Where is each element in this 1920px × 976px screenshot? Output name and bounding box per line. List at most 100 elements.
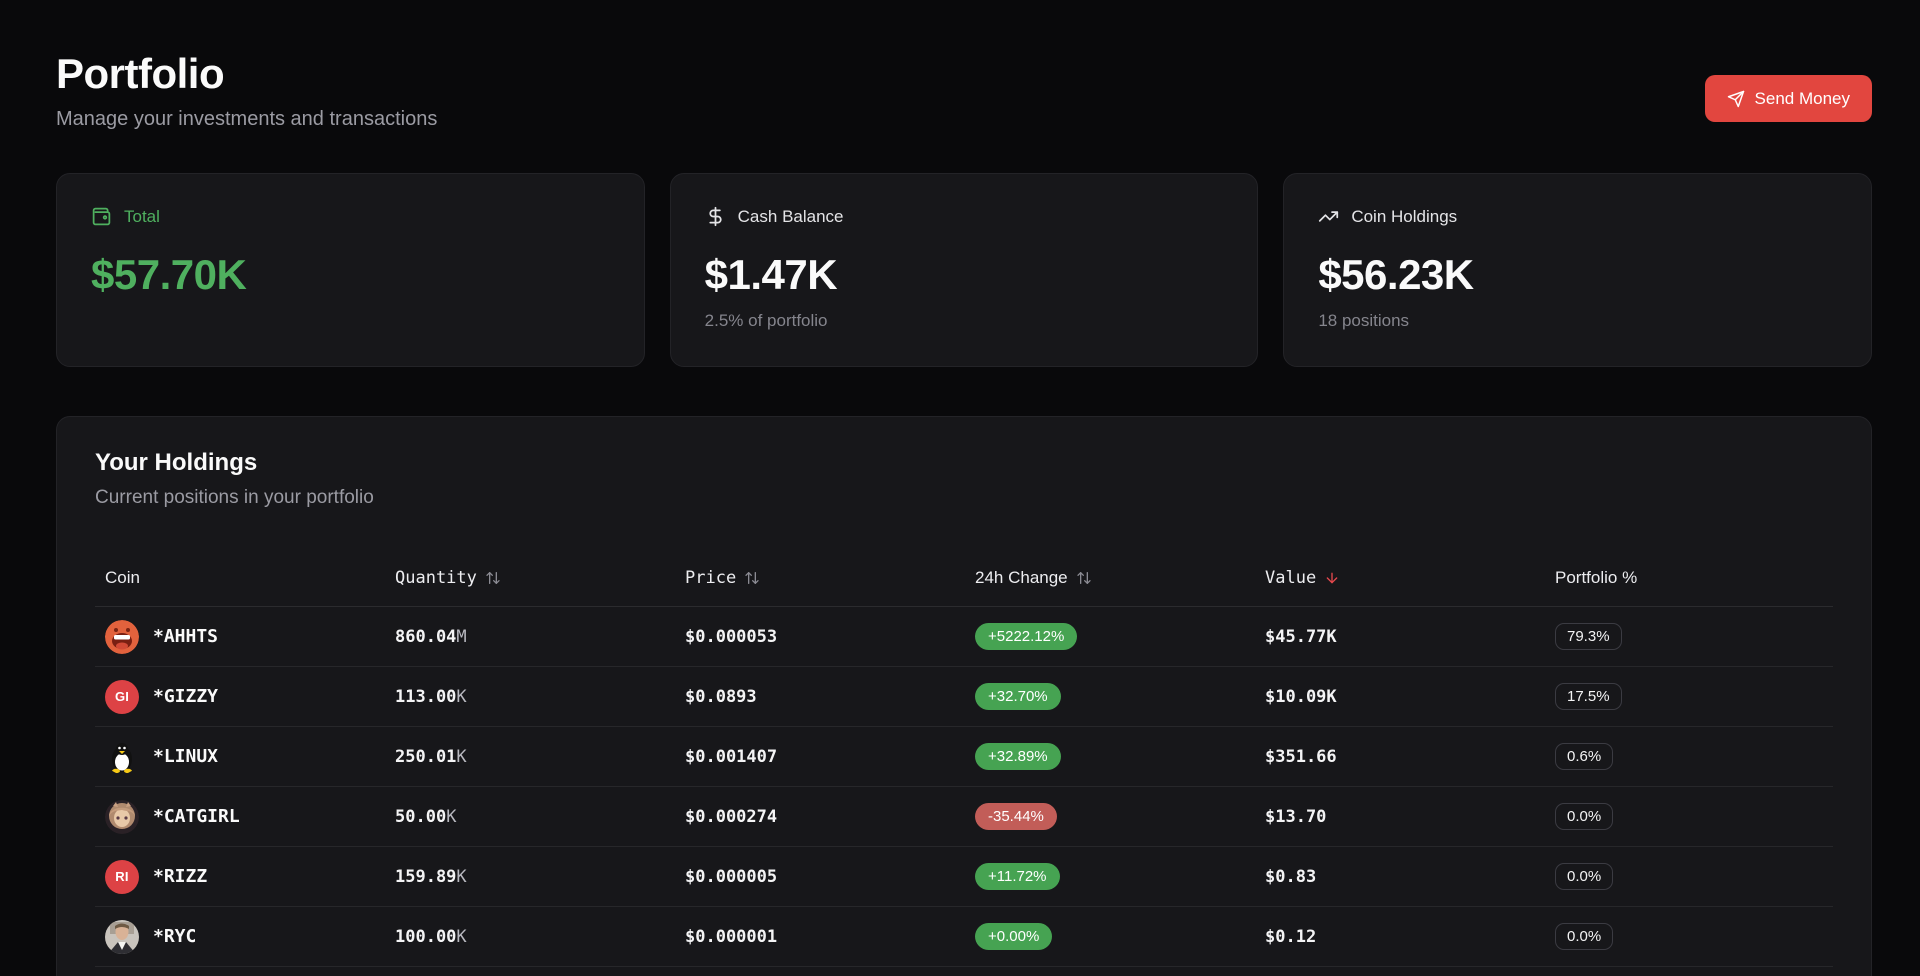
dollar-icon (705, 206, 726, 227)
portfolio-pct-badge: 0.6% (1555, 743, 1613, 770)
anime-girl-avatar (105, 800, 139, 834)
change-badge: +32.70% (975, 683, 1061, 710)
stat-value: $56.23K (1318, 251, 1837, 299)
column-header-label: Coin (105, 568, 140, 588)
change-cell: +11.72% (965, 863, 1255, 890)
stats-row: Total $57.70K Cash Balance $1.47K 2.5% o… (56, 173, 1872, 367)
change-badge: +11.72% (975, 863, 1060, 890)
quantity-cell: 50.00K (385, 807, 675, 827)
arrow-up-down-icon (485, 570, 501, 586)
column-header-label: Price (685, 568, 736, 588)
price-cell: $0.000001 (675, 927, 965, 947)
send-icon (1727, 90, 1745, 108)
coin-name: *CATGIRL (153, 806, 240, 827)
price-cell: $0.000005 (675, 867, 965, 887)
column-header[interactable]: Quantity (385, 568, 675, 606)
portfolio-pct-badge: 0.0% (1555, 923, 1613, 950)
change-cell: +32.89% (965, 743, 1255, 770)
stat-sublabel: 18 positions (1318, 311, 1837, 331)
change-badge: +5222.12% (975, 623, 1077, 650)
price-cell: $0.000053 (675, 627, 965, 647)
holdings-table-row[interactable]: *AHHTS 860.04M $0.000053 +5222.12% $45.7… (95, 607, 1833, 667)
portfolio-page: Portfolio Manage your investments and tr… (0, 0, 1920, 976)
coin-name: *RIZZ (153, 866, 207, 887)
value-cell: $351.66 (1255, 747, 1545, 767)
stat-sublabel: 2.5% of portfolio (705, 311, 1224, 331)
trending-up-icon (1318, 206, 1339, 227)
page-header: Portfolio Manage your investments and tr… (56, 50, 1872, 131)
column-header-label: Portfolio % (1555, 568, 1637, 588)
portfolio-pct-cell: 0.0% (1545, 923, 1833, 950)
coin-cell: *AHHTS (95, 620, 385, 654)
coin-name: *AHHTS (153, 626, 218, 647)
change-badge: +0.00% (975, 923, 1052, 950)
quantity-cell: 113.00K (385, 687, 675, 707)
stat-card-header: Total (91, 206, 610, 227)
column-header: Portfolio % (1545, 568, 1833, 606)
column-header[interactable]: Price (675, 568, 965, 606)
coin-name: *LINUX (153, 746, 218, 767)
value-cell: $0.83 (1255, 867, 1545, 887)
coin-cell: *RYC (95, 920, 385, 954)
change-cell: -35.44% (965, 803, 1255, 830)
stat-card: Total $57.70K (56, 173, 645, 367)
portfolio-pct-cell: 0.0% (1545, 863, 1833, 890)
holdings-table-row[interactable]: RI *RIZZ 159.89K $0.000005 +11.72% $0.83… (95, 847, 1833, 907)
change-badge: -35.44% (975, 803, 1057, 830)
quantity-cell: 159.89K (385, 867, 675, 887)
portfolio-pct-badge: 79.3% (1555, 623, 1622, 650)
change-cell: +5222.12% (965, 623, 1255, 650)
change-cell: +32.70% (965, 683, 1255, 710)
column-header[interactable]: 24h Change (965, 568, 1255, 606)
coin-cell: RI *RIZZ (95, 860, 385, 894)
column-header-label: Quantity (395, 568, 477, 588)
holdings-table-row[interactable]: *LINUX 250.01K $0.001407 +32.89% $351.66… (95, 727, 1833, 787)
holdings-table-row[interactable]: *CATGIRL 50.00K $0.000274 -35.44% $13.70… (95, 787, 1833, 847)
ahhts-face-avatar (105, 620, 139, 654)
stat-value: $57.70K (91, 251, 610, 299)
quantity-cell: 250.01K (385, 747, 675, 767)
holdings-table-row[interactable]: GI *GIZZY 113.00K $0.0893 +32.70% $10.09… (95, 667, 1833, 727)
portfolio-pct-cell: 79.3% (1545, 623, 1833, 650)
page-subtitle: Manage your investments and transactions (56, 108, 437, 131)
change-badge: +32.89% (975, 743, 1061, 770)
portfolio-pct-badge: 0.0% (1555, 863, 1613, 890)
tux-penguin-avatar (105, 740, 139, 774)
stat-card: Coin Holdings $56.23K 18 positions (1283, 173, 1872, 367)
holdings-table-row[interactable]: *RYC 100.00K $0.000001 +0.00% $0.12 0.0% (95, 907, 1833, 967)
portfolio-pct-cell: 17.5% (1545, 683, 1833, 710)
stat-card-header: Coin Holdings (1318, 206, 1837, 227)
coin-avatar-initials: GI (105, 680, 139, 714)
stat-card-header: Cash Balance (705, 206, 1224, 227)
holdings-table-body: *AHHTS 860.04M $0.000053 +5222.12% $45.7… (95, 607, 1833, 967)
holdings-card: Your Holdings Current positions in your … (56, 416, 1872, 976)
quantity-cell: 100.00K (385, 927, 675, 947)
holdings-subtitle: Current positions in your portfolio (95, 487, 1833, 509)
price-cell: $0.001407 (675, 747, 965, 767)
column-header-label: Value (1265, 568, 1316, 588)
stat-label: Total (124, 207, 160, 227)
wallet-icon (91, 206, 112, 227)
send-money-label: Send Money (1755, 89, 1850, 109)
man-portrait-avatar (105, 920, 139, 954)
value-cell: $13.70 (1255, 807, 1545, 827)
change-cell: +0.00% (965, 923, 1255, 950)
arrow-down-icon (1324, 570, 1340, 586)
coin-cell: *CATGIRL (95, 800, 385, 834)
value-cell: $10.09K (1255, 687, 1545, 707)
coin-cell: GI *GIZZY (95, 680, 385, 714)
price-cell: $0.000274 (675, 807, 965, 827)
value-cell: $0.12 (1255, 927, 1545, 947)
value-cell: $45.77K (1255, 627, 1545, 647)
coin-name: *RYC (153, 926, 196, 947)
page-title: Portfolio (56, 50, 437, 98)
stat-card: Cash Balance $1.47K 2.5% of portfolio (670, 173, 1259, 367)
stat-label: Cash Balance (738, 207, 844, 227)
send-money-button[interactable]: Send Money (1705, 75, 1872, 122)
portfolio-pct-cell: 0.0% (1545, 803, 1833, 830)
price-cell: $0.0893 (675, 687, 965, 707)
portfolio-pct-cell: 0.6% (1545, 743, 1833, 770)
column-header[interactable]: Value (1255, 568, 1545, 606)
page-title-block: Portfolio Manage your investments and tr… (56, 50, 437, 131)
quantity-cell: 860.04M (385, 627, 675, 647)
